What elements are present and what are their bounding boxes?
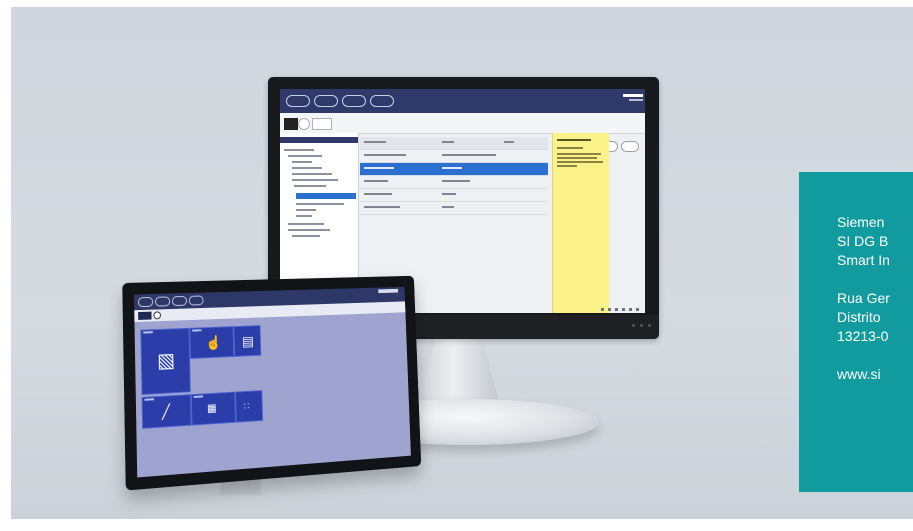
app-header	[280, 89, 645, 113]
postal-code: 13213-0	[837, 328, 889, 344]
tablet-screen: ▧ ☝ ▤ ╱ ▦ ∷	[133, 286, 411, 478]
toolbar-button-1[interactable]	[284, 118, 298, 130]
tablet-info-button[interactable]	[153, 311, 162, 320]
control-panel-icon: ▧	[156, 349, 176, 373]
company-name: Siemen	[837, 214, 885, 230]
grid-icon: ∷	[243, 401, 250, 413]
table-row-selected[interactable]	[360, 163, 548, 176]
tree-item[interactable]	[292, 179, 338, 181]
table-row[interactable]	[360, 202, 548, 215]
street-address: Rua Ger	[837, 290, 890, 306]
district: Distrito	[837, 309, 881, 325]
tile-document[interactable]: ▤	[233, 325, 262, 357]
tablet: ▧ ☝ ▤ ╱ ▦ ∷	[122, 275, 422, 491]
tablet-brand-logo	[378, 288, 399, 294]
info-panel	[552, 133, 609, 313]
tree-item[interactable]	[296, 215, 312, 217]
tree-item[interactable]	[288, 223, 324, 225]
header-button-1[interactable]	[314, 95, 338, 107]
tile-wand[interactable]: ╱	[141, 394, 192, 429]
keypad-icon: ▦	[206, 402, 217, 415]
hand-touch-icon: ☝	[205, 334, 222, 351]
document-icon: ▤	[241, 333, 255, 349]
wand-icon: ╱	[161, 403, 171, 420]
tree-item[interactable]	[292, 173, 332, 175]
header-button-3[interactable]	[370, 95, 394, 107]
division-name: SI DG B	[837, 233, 889, 249]
contact-info-panel: Siemen SI DG B Smart In Rua Ger Distrito…	[799, 172, 913, 492]
header-button-2[interactable]	[342, 95, 366, 107]
status-icons	[601, 308, 639, 311]
tree-item[interactable]	[292, 161, 312, 163]
toolbar	[280, 113, 645, 152]
toolbar-button-2[interactable]	[312, 118, 332, 130]
tree-item-selected[interactable]	[296, 193, 356, 199]
tile-control-panel[interactable]: ▧	[140, 327, 191, 395]
tablet-header-button-3[interactable]	[188, 295, 204, 306]
tile-keypad[interactable]: ▦	[190, 391, 236, 426]
info-button[interactable]	[298, 118, 310, 130]
home-button[interactable]	[286, 95, 310, 107]
business-unit: Smart In	[837, 252, 890, 268]
tablet-header-button-2[interactable]	[171, 295, 188, 307]
tile-hand-touch[interactable]: ☝	[189, 326, 235, 359]
brand-logo	[623, 94, 643, 101]
tree-item[interactable]	[288, 155, 322, 157]
tree-item[interactable]	[288, 229, 330, 231]
tablet-home-button[interactable]	[137, 296, 154, 308]
tree-item[interactable]	[292, 235, 320, 237]
parameter-table	[360, 137, 548, 215]
table-row[interactable]	[360, 150, 548, 163]
table-row[interactable]	[360, 189, 548, 202]
table-row[interactable]	[360, 176, 548, 189]
tile-grid[interactable]: ∷	[235, 390, 264, 423]
tablet-header-button-1[interactable]	[154, 296, 171, 307]
tree-item[interactable]	[294, 185, 326, 187]
toolbar-pill-2[interactable]	[621, 141, 639, 152]
sidebar-header	[280, 137, 358, 143]
tree-item[interactable]	[292, 167, 322, 169]
tree-item[interactable]	[284, 149, 314, 151]
table-header	[360, 137, 548, 150]
tree-item[interactable]	[296, 209, 316, 211]
contact-address: Siemen SI DG B Smart In Rua Ger Distrito…	[837, 213, 890, 384]
product-photo: ▧ ☝ ▤ ╱ ▦ ∷	[11, 7, 913, 519]
tablet-back-button[interactable]	[138, 311, 152, 320]
tree-item[interactable]	[296, 203, 344, 205]
website-link[interactable]: www.si	[837, 365, 890, 384]
